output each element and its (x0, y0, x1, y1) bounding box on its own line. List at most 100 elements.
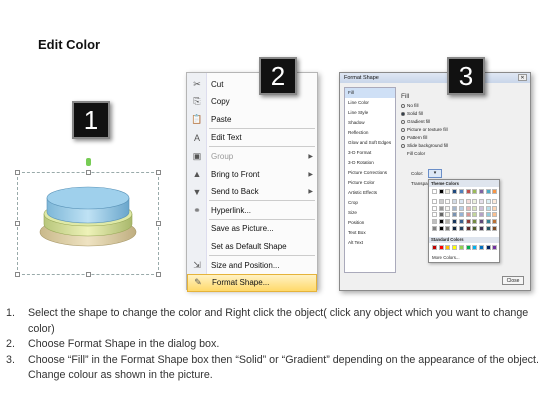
color-swatch[interactable] (472, 205, 478, 211)
nav-item[interactable]: Size (345, 208, 395, 218)
color-swatch[interactable] (452, 189, 458, 194)
color-swatch[interactable] (492, 219, 498, 225)
color-swatch[interactable] (445, 198, 451, 204)
fill-option-radio[interactable]: Gradient fill (401, 119, 430, 124)
color-swatch[interactable] (485, 219, 491, 225)
color-swatch[interactable] (452, 245, 458, 250)
resize-handle[interactable] (15, 272, 20, 277)
menu-item[interactable]: ⚭ Hyperlink... (187, 201, 317, 219)
nav-item[interactable]: Artistic Effects (345, 188, 395, 198)
color-swatch[interactable] (445, 189, 451, 194)
color-swatch[interactable] (492, 205, 498, 211)
color-swatch[interactable] (465, 189, 471, 194)
color-swatch[interactable] (445, 245, 451, 250)
color-swatch[interactable] (472, 212, 478, 218)
color-swatch[interactable] (478, 219, 484, 225)
color-swatch[interactable] (478, 226, 484, 231)
menu-item[interactable]: ▼ Send to Back ▶ (187, 183, 317, 201)
color-swatch[interactable] (485, 245, 491, 250)
color-swatch[interactable] (452, 219, 458, 225)
color-swatch[interactable] (432, 219, 437, 225)
color-swatch[interactable] (478, 198, 484, 204)
color-swatch[interactable] (432, 205, 437, 211)
menu-item[interactable]: ✎ Format Shape... (187, 273, 317, 292)
color-swatch[interactable] (458, 189, 464, 194)
color-swatch[interactable] (485, 205, 491, 211)
menu-item[interactable]: ✂ Cut (187, 75, 317, 93)
nav-item[interactable]: Line Style (345, 108, 395, 118)
color-swatch[interactable] (445, 226, 451, 231)
nav-item[interactable]: Picture Color (345, 178, 395, 188)
menu-item[interactable]: ▲ Bring to Front ▶ (187, 165, 317, 183)
nav-item[interactable]: Crop (345, 198, 395, 208)
color-swatch[interactable] (438, 205, 444, 211)
nav-item[interactable]: Picture Corrections (345, 168, 395, 178)
color-swatch[interactable] (485, 212, 491, 218)
color-swatch[interactable] (458, 219, 464, 225)
menu-item[interactable]: Save as Picture... (187, 220, 317, 238)
color-swatch[interactable] (465, 212, 471, 218)
color-swatch[interactable] (432, 189, 437, 194)
color-swatch[interactable] (478, 189, 484, 194)
color-swatch[interactable] (445, 219, 451, 225)
color-swatch[interactable] (485, 226, 491, 231)
fill-option-radio[interactable]: No fill (401, 103, 419, 108)
color-swatch[interactable] (445, 212, 451, 218)
color-swatch[interactable] (478, 205, 484, 211)
color-swatch[interactable] (478, 245, 484, 250)
menu-item[interactable]: 📋 Paste (187, 110, 317, 128)
color-swatch[interactable] (472, 245, 478, 250)
menu-item[interactable]: ▣ Group ▶ (187, 147, 317, 165)
color-swatch[interactable] (472, 189, 478, 194)
more-colors-link[interactable]: More Colors... (432, 255, 460, 260)
menu-item[interactable]: Set as Default Shape (187, 237, 317, 255)
nav-item[interactable]: Position (345, 218, 395, 228)
color-swatch[interactable] (472, 226, 478, 231)
menu-item[interactable]: ⇲ Size and Position... (187, 256, 317, 274)
nav-item[interactable]: 3-D Rotation (345, 158, 395, 168)
nav-item[interactable]: Text Box (345, 228, 395, 238)
resize-handle[interactable] (86, 272, 91, 277)
color-swatch[interactable] (432, 212, 437, 218)
color-swatch[interactable] (438, 226, 444, 231)
fill-option-radio[interactable]: Slide background fill (401, 143, 448, 148)
color-swatch[interactable] (492, 226, 498, 231)
resize-handle[interactable] (156, 272, 161, 277)
menu-item[interactable]: ⎘ Copy (187, 93, 317, 111)
nav-item[interactable]: Reflection (345, 128, 395, 138)
color-swatch[interactable] (492, 189, 498, 194)
color-picker-button[interactable]: ▾ (428, 169, 442, 178)
color-swatch[interactable] (458, 226, 464, 231)
nav-item[interactable]: Glow and Soft Edges (345, 138, 395, 148)
color-swatch[interactable] (465, 245, 471, 250)
color-swatch[interactable] (438, 219, 444, 225)
color-swatch[interactable] (458, 245, 464, 250)
color-swatch[interactable] (452, 205, 458, 211)
color-swatch[interactable] (472, 198, 478, 204)
color-swatch[interactable] (458, 212, 464, 218)
color-swatch[interactable] (452, 212, 458, 218)
color-swatch[interactable] (458, 205, 464, 211)
color-swatch[interactable] (472, 219, 478, 225)
color-swatch[interactable] (478, 212, 484, 218)
fill-option-radio[interactable]: Picture or texture fill (401, 127, 448, 132)
nav-item[interactable]: Shadow (345, 118, 395, 128)
rotation-handle[interactable] (86, 158, 91, 166)
nav-item[interactable]: 3-D Format (345, 148, 395, 158)
color-swatch[interactable] (465, 205, 471, 211)
color-swatch[interactable] (492, 212, 498, 218)
color-swatch[interactable] (458, 198, 464, 204)
color-swatch[interactable] (492, 198, 498, 204)
color-swatch[interactable] (432, 198, 437, 204)
color-swatch[interactable] (438, 212, 444, 218)
color-swatch[interactable] (432, 245, 437, 250)
resize-handle[interactable] (156, 170, 161, 175)
color-swatch[interactable] (485, 198, 491, 204)
close-button[interactable]: Close (502, 276, 524, 285)
fill-option-radio[interactable]: Solid fill (401, 111, 423, 116)
color-swatch[interactable] (452, 226, 458, 231)
close-icon[interactable]: ✕ (518, 74, 527, 81)
nav-item[interactable]: Line Color (345, 98, 395, 108)
color-swatch[interactable] (485, 189, 491, 194)
color-swatch[interactable] (465, 219, 471, 225)
